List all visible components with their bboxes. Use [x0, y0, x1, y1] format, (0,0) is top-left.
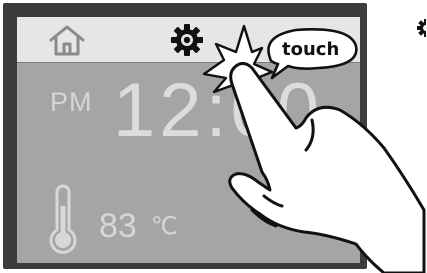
home-icon: [49, 25, 85, 56]
home-button[interactable]: [47, 23, 87, 57]
touch-screen: PM 12:00 83 ℃: [17, 17, 360, 263]
settings-button[interactable]: [169, 22, 205, 58]
thermometer-icon: [45, 184, 81, 258]
am-pm-indicator: PM: [50, 87, 93, 117]
partial-gear-icon: [406, 18, 427, 38]
temperature-value: 83: [99, 207, 137, 245]
top-bar: [17, 17, 360, 63]
gear-icon: [171, 24, 203, 56]
clock-time: 12:00: [113, 68, 324, 153]
temperature-readout: 83 ℃: [99, 207, 178, 246]
device-bezel: PM 12:00 83 ℃: [3, 3, 367, 269]
temperature-unit: ℃: [150, 213, 178, 240]
